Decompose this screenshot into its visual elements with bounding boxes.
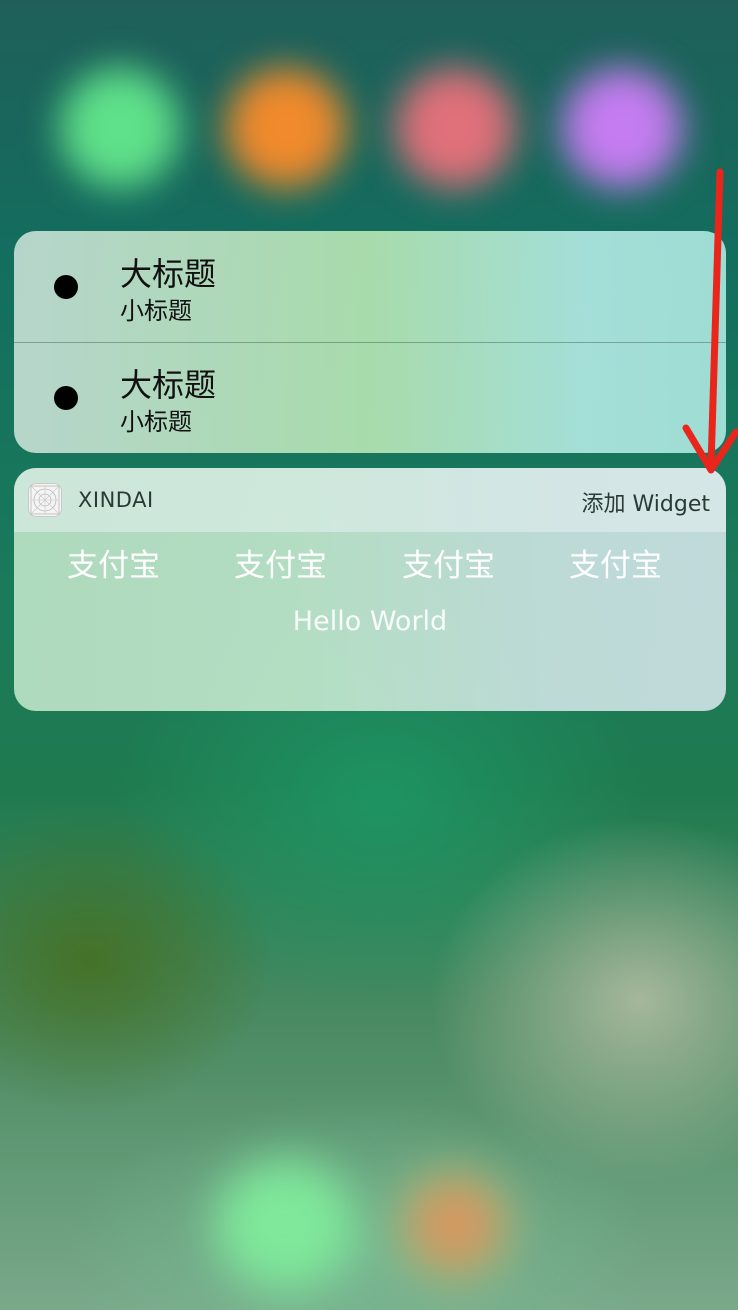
list-item[interactable]: 大标题 小标题 [14,231,726,343]
blurred-app-icon-orange [226,68,346,188]
alipay-button-3[interactable]: 支付宝 [402,540,495,585]
bullet-dot-icon [54,275,78,299]
alipay-button-1[interactable]: 支付宝 [67,540,160,585]
list-item-title: 大标题 [120,255,217,293]
add-widget-button[interactable]: 添加 Widget [582,486,710,518]
list-item-subtitle: 小标题 [120,408,192,436]
list-item-subtitle: 小标题 [120,297,192,325]
bullet-dot-icon [54,386,78,410]
blurred-dock-icon-phone [215,1160,355,1290]
hello-message: Hello World [292,606,448,637]
home-screen-background: 大标题 小标题 大标题 小标题 XINDAI 添加 Widget 支付宝 支付宝… [0,0,738,1310]
app-name: XINDAI [78,488,154,512]
widget-header: XINDAI 添加 Widget [14,468,726,532]
list-item[interactable]: 大标题 小标题 [14,342,726,453]
list-item-title: 大标题 [120,366,217,404]
list-widget: 大标题 小标题 大标题 小标题 [14,231,726,453]
app-placeholder-icon [28,483,62,517]
app-widget: XINDAI 添加 Widget 支付宝 支付宝 支付宝 支付宝 Hello W… [14,468,726,711]
blurred-app-icon-purple [562,68,682,188]
alipay-button-2[interactable]: 支付宝 [234,540,327,585]
blurred-app-icon-red [395,68,515,188]
blurred-dock-icon-photos [395,1165,515,1285]
blurred-app-icon-green [60,68,180,188]
red-arrow-icon [682,168,738,474]
alipay-button-4[interactable]: 支付宝 [569,540,662,585]
